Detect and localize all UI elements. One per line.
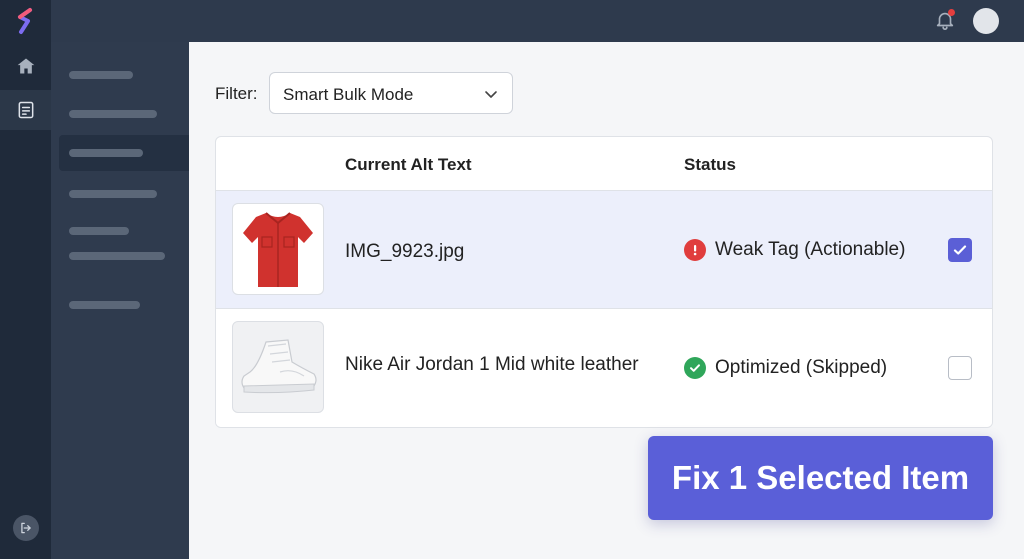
logout-icon [20, 522, 31, 534]
row-checkbox[interactable] [948, 356, 972, 380]
status-text: Weak Tag (Actionable) [715, 239, 906, 260]
nav-placeholder [69, 190, 157, 198]
row-checkbox[interactable] [948, 238, 972, 262]
sidebar-item-home[interactable] [0, 46, 51, 86]
icon-rail [0, 0, 51, 559]
nav-placeholder [69, 227, 129, 235]
error-icon [684, 239, 706, 261]
nav-placeholder [69, 110, 157, 118]
alt-text-value: IMG_9923.jpg [345, 241, 465, 262]
column-header-status: Status [684, 155, 736, 174]
logout-button[interactable] [0, 508, 51, 548]
red-shirt-image [243, 212, 313, 287]
alt-text-table: Current Alt Text Status IMG_9923.jpg Wea… [215, 136, 993, 428]
check-icon [953, 245, 967, 255]
white-sneaker-image [241, 339, 317, 394]
filter-label: Filter: [215, 84, 258, 103]
product-thumbnail [232, 321, 324, 413]
table-row[interactable]: IMG_9923.jpg Weak Tag (Actionable) [216, 190, 992, 309]
status-badge: Optimized (Skipped) [684, 357, 887, 379]
document-list-icon [18, 101, 33, 119]
chevron-down-icon [485, 91, 497, 98]
status-text: Optimized (Skipped) [715, 357, 888, 378]
top-bar [0, 0, 1024, 42]
avatar[interactable] [973, 8, 999, 34]
home-icon [17, 58, 34, 74]
notification-dot [948, 9, 955, 16]
filter-dropdown[interactable]: Smart Bulk Mode [269, 72, 513, 114]
nav-placeholder [69, 301, 140, 309]
sidebar-item-pages[interactable] [0, 90, 51, 130]
app-logo-icon[interactable] [14, 7, 36, 35]
column-header-alt-text: Current Alt Text [345, 155, 472, 174]
fix-selected-button[interactable]: Fix 1 Selected Item [648, 436, 993, 520]
check-circle-icon [684, 357, 706, 379]
product-thumbnail [232, 203, 324, 295]
nav-placeholder [69, 252, 165, 260]
status-badge: Weak Tag (Actionable) [684, 239, 905, 261]
filter-selected-value: Smart Bulk Mode [283, 85, 414, 104]
table-row[interactable]: Nike Air Jordan 1 Mid white leather Opti… [216, 309, 992, 427]
nav-placeholder [69, 71, 133, 79]
alt-text-value: Nike Air Jordan 1 Mid white leather [345, 354, 639, 375]
nav-placeholder [69, 149, 143, 157]
